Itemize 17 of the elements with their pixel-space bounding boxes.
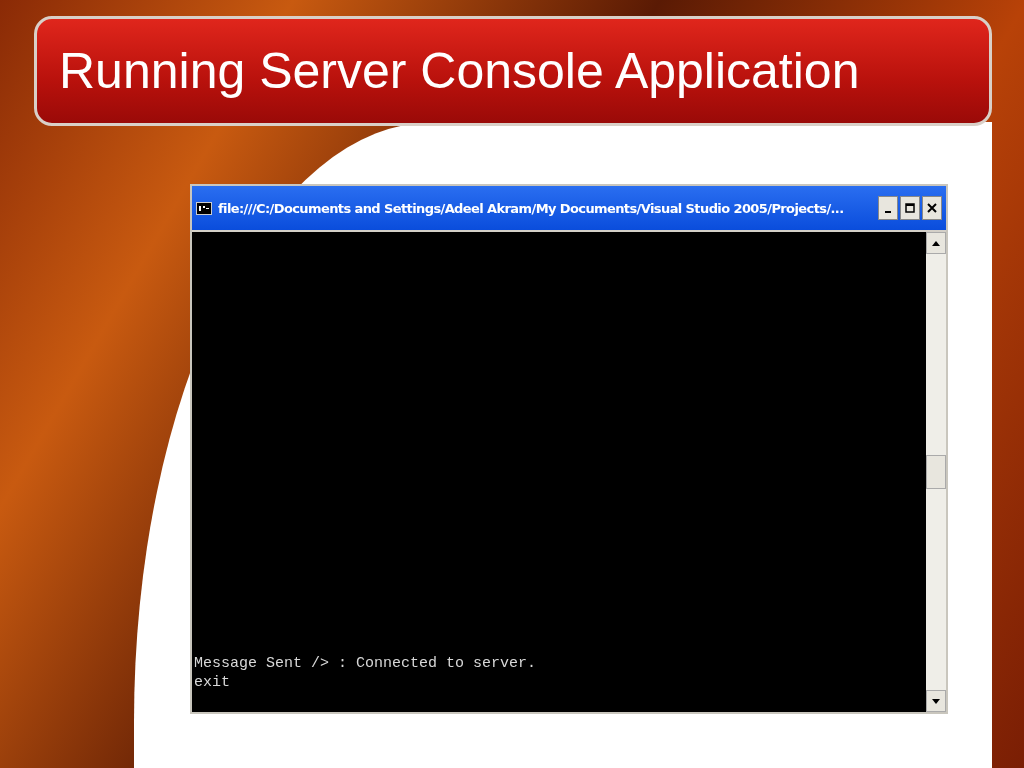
window-title: file:///C:/Documents and Settings/Adeel Akram/My Documents/Visual Studio 2005/Projects/... bbox=[218, 200, 845, 216]
console-line: exit bbox=[194, 673, 231, 692]
slide-title: Running Server Console Application bbox=[59, 42, 860, 100]
console-line: Message Sent /> : Connected to server. bbox=[194, 654, 538, 673]
minimize-button[interactable] bbox=[878, 196, 898, 220]
maximize-icon bbox=[905, 203, 915, 213]
down-arrow-icon bbox=[932, 698, 940, 704]
maximize-button[interactable] bbox=[900, 196, 920, 220]
up-arrow-icon bbox=[932, 240, 940, 246]
close-button[interactable] bbox=[922, 196, 942, 220]
scroll-up-button[interactable] bbox=[926, 232, 946, 254]
minimize-icon bbox=[885, 211, 891, 213]
close-icon bbox=[927, 203, 937, 213]
console-icon bbox=[196, 201, 212, 215]
scroll-down-button[interactable] bbox=[926, 690, 946, 712]
scroll-thumb[interactable] bbox=[926, 455, 946, 489]
scrollbar[interactable] bbox=[926, 232, 946, 712]
